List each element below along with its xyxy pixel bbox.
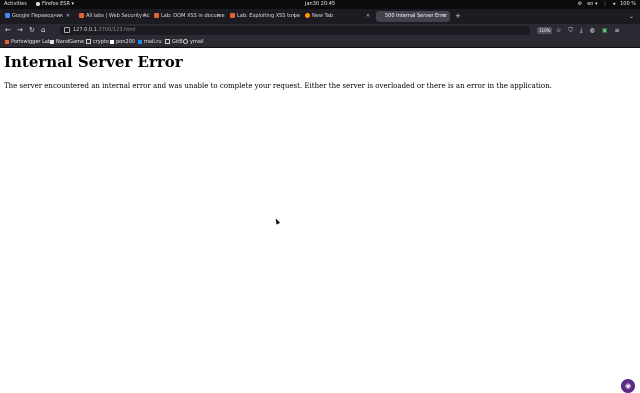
toolbar-icons: ☆ ⛉ ⤓ ◍ ▣ ≡: [556, 24, 620, 37]
mouse-cursor-icon: [273, 217, 281, 225]
close-icon[interactable]: ✕: [217, 11, 221, 22]
tab-label: Google Переводчик: [12, 13, 63, 19]
shield-icon[interactable]: ⛉: [568, 24, 573, 37]
tab-dom-xss-lab[interactable]: Lab: DOM XSS in docume ✕: [151, 11, 225, 22]
url-host: 127.0.0.1: [73, 27, 97, 33]
tab-label: All labs | Web Security Ac: [86, 13, 150, 19]
close-icon[interactable]: ✕: [442, 11, 446, 22]
keyboard-layout[interactable]: en ▾: [587, 0, 597, 9]
page-title: Internal Server Error: [4, 53, 183, 71]
home-icon[interactable]: ⌂: [41, 24, 45, 37]
battery-status[interactable]: 100 %: [620, 0, 636, 9]
system-top-bar: Activities Firefox ESR ▾ Jan30 20:45 ⚙ e…: [0, 0, 640, 9]
bookmark-ymail[interactable]: ymail: [183, 37, 204, 47]
bookmark-label: Portswigger Lab: [11, 39, 52, 45]
settings-icon[interactable]: ⚙: [578, 0, 582, 9]
extension-floating-button[interactable]: ◉: [621, 379, 635, 393]
close-icon[interactable]: ✕: [142, 11, 146, 22]
close-icon[interactable]: ✕: [292, 11, 296, 22]
pon-icon: [110, 39, 114, 44]
tab-label: 500 Internal Server Error: [385, 13, 448, 19]
tab-exploiting-xss-lab[interactable]: Lab: Exploiting XSS to pe ✕: [227, 11, 300, 22]
tab-new-tab[interactable]: New Tab ✕: [302, 11, 374, 22]
bookmark-label: NandGame: [56, 39, 85, 45]
back-arrow-icon[interactable]: ←: [5, 24, 11, 37]
folder-icon: [86, 39, 91, 44]
bookmark-label: GitB: [172, 39, 183, 45]
bookmark-nandgame[interactable]: NandGame: [50, 37, 84, 47]
nandgame-icon: [50, 39, 54, 44]
app-name: Firefox ESR ▾: [42, 1, 75, 7]
menu-icon[interactable]: ≡: [614, 24, 619, 37]
tab-label: New Tab: [312, 13, 333, 19]
tab-strip: Google Переводчик ✕ All labs | Web Secur…: [0, 9, 640, 24]
system-tray[interactable]: ⚙ en ▾ ⋮ ◂ 100 %: [578, 0, 636, 9]
new-tab-plus-icon[interactable]: +: [455, 11, 461, 22]
error-message: The server encountered an internal error…: [4, 82, 552, 90]
volume-icon[interactable]: ◂: [613, 0, 616, 9]
firefox-icon: [305, 13, 310, 18]
folder-icon: [165, 39, 170, 44]
bookmarks-toolbar: Portswigger Lab NandGame crypto pon200 m…: [0, 37, 640, 48]
portswigger-icon: [79, 13, 84, 18]
app-menu[interactable]: Firefox ESR ▾: [36, 0, 74, 9]
ymail-icon: [183, 39, 188, 44]
bookmark-crypto[interactable]: crypto: [86, 37, 109, 47]
download-icon[interactable]: ⤓: [580, 24, 583, 37]
firefox-icon: [36, 1, 40, 6]
tab-500-error[interactable]: 500 Internal Server Error ✕: [376, 11, 450, 22]
page-info-icon[interactable]: [64, 26, 70, 33]
close-icon[interactable]: ✕: [366, 11, 370, 22]
forward-arrow-icon[interactable]: →: [17, 24, 23, 37]
tab-google-translate[interactable]: Google Переводчик ✕: [2, 11, 74, 22]
reload-icon[interactable]: ↻: [29, 24, 35, 37]
bookmark-label: mail.ru: [144, 39, 162, 45]
bookmark-label: crypto: [93, 39, 109, 45]
mail-icon: [138, 39, 142, 44]
bookmark-gitb[interactable]: GitB: [165, 37, 183, 47]
activities-button[interactable]: Activities: [4, 0, 27, 9]
google-translate-icon: [5, 13, 10, 18]
bookmark-portswigger-lab[interactable]: Portswigger Lab: [5, 37, 51, 47]
navigation-bar: ← → ↻ ⌂ 127.0.0.1:3700/123.html 110% ☆ ⛉…: [0, 24, 640, 37]
tab-all-labs[interactable]: All labs | Web Security Ac ✕: [76, 11, 150, 22]
bookmark-pon200[interactable]: pon200: [110, 37, 135, 47]
bookmark-label: ymail: [190, 39, 204, 45]
extension-icon[interactable]: ◍: [590, 24, 595, 37]
extension-green-icon[interactable]: ▣: [602, 24, 608, 37]
bookmark-mail-ru[interactable]: mail.ru: [138, 37, 162, 47]
portswigger-icon: [230, 13, 235, 18]
zoom-indicator[interactable]: 110%: [537, 27, 553, 34]
tab-label: Lab: DOM XSS in docume: [161, 13, 225, 19]
page-content: Internal Server Error The server encount…: [0, 48, 640, 393]
bookmark-label: pon200: [116, 39, 135, 45]
clock[interactable]: Jan30 20:45: [305, 0, 335, 9]
list-all-tabs-chevron-icon[interactable]: ⌄: [629, 11, 634, 22]
tab-label: Lab: Exploiting XSS to pe: [237, 13, 300, 19]
bookmark-star-icon[interactable]: ☆: [556, 24, 561, 37]
close-icon[interactable]: ✕: [66, 11, 70, 22]
portswigger-icon: [154, 13, 159, 18]
url-bar[interactable]: 127.0.0.1:3700/123.html: [60, 26, 530, 35]
url-path: :3700/123.html: [96, 27, 136, 33]
network-icon[interactable]: ⋮: [603, 0, 608, 9]
portswigger-icon: [5, 39, 9, 44]
